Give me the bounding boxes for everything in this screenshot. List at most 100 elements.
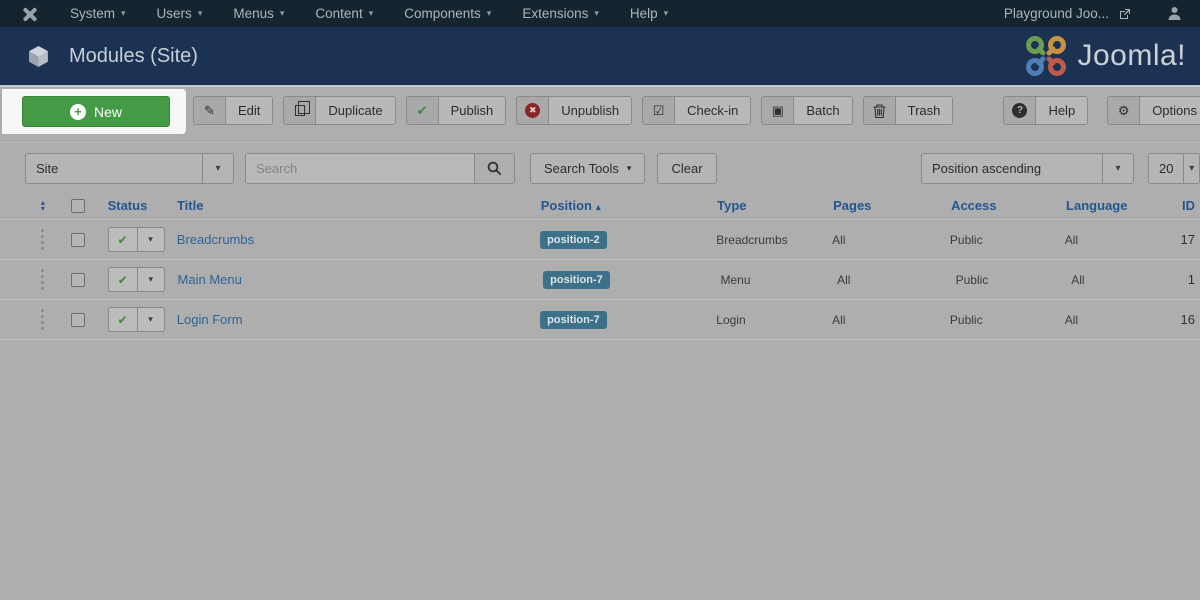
trash-icon	[873, 103, 886, 118]
search-input[interactable]	[245, 153, 475, 184]
toolbar: + New ✎ Edit Duplicate ✔ Publish ✖ Unpub…	[0, 87, 1200, 142]
cell-type: Login	[716, 312, 746, 327]
menu-content[interactable]: Content ▾	[315, 6, 373, 21]
menu-users[interactable]: Users ▾	[157, 6, 203, 21]
header-status[interactable]: Status	[108, 198, 177, 213]
cell-id: 17	[1180, 232, 1195, 247]
ordering-sort-icon[interactable]: ▴ ▾	[41, 198, 45, 212]
duplicate-icon	[294, 101, 310, 116]
header-access[interactable]: Access	[951, 198, 1066, 213]
cell-language: All	[1064, 232, 1079, 247]
checkbox-check-icon: ☑	[642, 96, 676, 125]
joomla-logo-icon	[1026, 36, 1067, 76]
help-button[interactable]: ? Help	[1003, 96, 1089, 125]
sort-asc-icon: ▴	[595, 202, 601, 212]
search-tools-button[interactable]: Search Tools ▾	[530, 153, 646, 184]
module-title-link[interactable]: Main Menu	[178, 272, 242, 287]
status-publish-toggle[interactable]: ✔	[107, 267, 138, 292]
question-icon: ?	[1012, 103, 1028, 118]
menu-help[interactable]: Help ▾	[630, 6, 668, 21]
batch-square-icon: ▣	[761, 96, 795, 125]
page-title: Modules (Site)	[69, 44, 198, 67]
header-position[interactable]: Position ▴	[541, 198, 717, 213]
header-title[interactable]: Title	[177, 198, 541, 213]
chevron-down-icon: ▾	[279, 8, 285, 18]
x-circle-icon: ✖	[525, 103, 541, 118]
client-select[interactable]: Site ▾	[25, 153, 234, 184]
status-publish-toggle[interactable]: ✔	[107, 307, 138, 332]
joomla-logo-text: Joomla!	[1077, 39, 1186, 72]
new-button[interactable]: + New	[22, 96, 170, 127]
search-button[interactable]	[475, 153, 515, 184]
drag-handle-icon[interactable]	[41, 309, 45, 330]
clear-button[interactable]: Clear	[657, 153, 717, 184]
table-row: ✔ ▾ Main Menu position-7 Menu All Public …	[0, 260, 1200, 300]
menu-extensions[interactable]: Extensions ▾	[522, 6, 599, 21]
cell-language: All	[1071, 272, 1085, 287]
header-pages: Pages	[833, 198, 872, 213]
trash-button[interactable]: Trash	[862, 96, 954, 125]
checkin-button[interactable]: ☑ Check-in	[642, 96, 752, 125]
external-link-icon[interactable]	[1119, 8, 1131, 20]
module-cube-icon	[29, 45, 48, 67]
chevron-down-icon: ▾	[594, 8, 599, 18]
chevron-down-icon: ▾	[197, 8, 203, 18]
position-badge: position-7	[540, 310, 607, 329]
menu-components[interactable]: Components ▾	[404, 6, 491, 21]
admin-menubar: System ▾ Users ▾ Menus ▾ Content ▾ Component…	[0, 0, 1200, 27]
header-language[interactable]: Language	[1066, 198, 1182, 213]
user-icon[interactable]	[1167, 6, 1182, 21]
unpublish-button[interactable]: ✖ Unpublish	[516, 96, 633, 125]
header-id[interactable]: ID	[1182, 198, 1200, 213]
cell-pages: All	[832, 312, 846, 327]
chevron-down-icon: ▾	[663, 8, 669, 18]
joomla-menu-icon	[22, 6, 38, 22]
chevron-down-icon: ▾	[121, 8, 126, 18]
options-button[interactable]: ⚙ Options	[1107, 96, 1200, 125]
admin-content: + New ✎ Edit Duplicate ✔ Publish ✖ Unpub…	[0, 85, 1200, 600]
edit-button[interactable]: ✎ Edit	[193, 96, 274, 125]
cell-pages: All	[832, 232, 846, 247]
cell-access: Public	[949, 312, 983, 327]
publish-button[interactable]: ✔ Publish	[405, 96, 507, 125]
select-all-checkbox[interactable]	[70, 198, 85, 213]
site-preview-link[interactable]: Playground Joo...	[1004, 6, 1109, 21]
position-badge: position-2	[540, 230, 607, 249]
check-icon: ✔	[405, 96, 439, 125]
duplicate-button[interactable]: Duplicate	[283, 96, 396, 125]
status-dropdown[interactable]: ▾	[136, 307, 165, 332]
cell-access: Public	[955, 272, 989, 287]
chevron-down-icon: ▾	[1102, 154, 1133, 183]
menu-menus[interactable]: Menus ▾	[233, 6, 284, 21]
limit-select[interactable]: 20 ▾	[1148, 153, 1200, 184]
ordering-select[interactable]: Position ascending ▾	[921, 153, 1134, 184]
status-publish-toggle[interactable]: ✔	[107, 227, 138, 252]
chevron-down-icon: ▾	[486, 8, 492, 18]
batch-button[interactable]: ▣ Batch	[761, 96, 853, 125]
drag-handle-icon[interactable]	[41, 229, 45, 250]
status-dropdown[interactable]: ▾	[136, 267, 165, 292]
cell-id: 16	[1180, 312, 1195, 327]
filter-bar: Site ▾ Search Tools ▾ Clear Position asc…	[0, 142, 1200, 192]
module-title-link[interactable]: Breadcrumbs	[177, 232, 254, 247]
cell-id: 1	[1187, 272, 1195, 287]
pencil-icon: ✎	[193, 96, 226, 125]
row-checkbox[interactable]	[70, 312, 85, 327]
row-checkbox[interactable]	[70, 272, 85, 287]
row-checkbox[interactable]	[70, 232, 85, 247]
table-header-row: ▴ ▾ Status Title Position ▴ Type Pages Acc…	[0, 192, 1200, 220]
status-dropdown[interactable]: ▾	[136, 227, 165, 252]
chevron-down-icon: ▾	[1183, 154, 1199, 183]
cell-type: Breadcrumbs	[716, 232, 788, 247]
header-type[interactable]: Type	[717, 198, 833, 213]
chevron-down-icon: ▾	[626, 163, 632, 173]
menu-system[interactable]: System ▾	[70, 6, 126, 21]
cell-type: Menu	[720, 272, 751, 287]
drag-handle-icon[interactable]	[41, 269, 45, 290]
chevron-down-icon: ▾	[202, 154, 233, 183]
table-row: ✔ ▾ Breadcrumbs position-2 Breadcrumbs Al…	[0, 220, 1200, 260]
cell-access: Public	[949, 232, 983, 247]
chevron-down-icon: ▾	[368, 8, 374, 18]
module-title-link[interactable]: Login Form	[177, 312, 243, 327]
cell-language: All	[1064, 312, 1079, 327]
